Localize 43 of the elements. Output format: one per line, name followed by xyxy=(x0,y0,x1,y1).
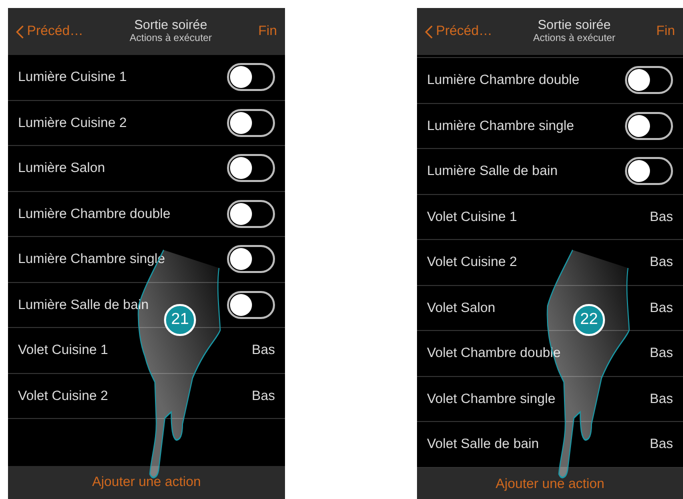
action-label: Volet Chambre single xyxy=(427,390,556,408)
action-value: Bas xyxy=(252,341,275,360)
toggle-switch[interactable] xyxy=(227,63,275,92)
back-button[interactable]: Précéd… xyxy=(16,21,84,42)
action-value: Bas xyxy=(650,435,673,454)
action-label: Lumière Chambre single xyxy=(427,116,574,135)
screen-title: Sortie soirée xyxy=(134,17,208,34)
action-label: Volet Salon xyxy=(427,298,496,317)
action-label: Lumière Cuisine 1 xyxy=(18,68,127,86)
action-value: Bas xyxy=(650,390,673,408)
action-value: Bas xyxy=(650,344,673,362)
action-value: Bas xyxy=(650,253,673,272)
action-label: Volet Cuisine 2 xyxy=(18,386,108,405)
action-label: Lumière Salon xyxy=(18,159,106,178)
action-label: Volet Cuisine 1 xyxy=(427,208,518,226)
screen-subtitle: Actions à exécuter xyxy=(533,33,616,46)
screen-title: Sortie soirée xyxy=(538,17,611,34)
toggle-switch[interactable] xyxy=(227,290,275,319)
action-label: Volet Salle de bain xyxy=(427,435,539,454)
toggle-switch[interactable] xyxy=(625,66,673,94)
chevron-left-icon xyxy=(16,24,24,38)
action-label: Lumière Salle de bain xyxy=(427,162,558,180)
toggle-switch[interactable] xyxy=(227,108,275,137)
action-label: Lumière Chambre double xyxy=(427,71,580,90)
action-label: Lumière Cuisine 2 xyxy=(18,114,127,132)
action-label: Lumière Chambre double xyxy=(18,204,170,223)
toggle-switch[interactable] xyxy=(227,154,275,182)
action-label: Volet Cuisine 1 xyxy=(18,341,108,360)
action-value: Bas xyxy=(650,208,673,226)
action-value: Bas xyxy=(650,298,673,317)
action-value: Bas xyxy=(252,386,275,405)
done-button[interactable]: Fin xyxy=(656,21,675,42)
toggle-switch[interactable] xyxy=(227,245,275,274)
back-button[interactable]: Précéd… xyxy=(425,21,492,42)
toggle-switch[interactable] xyxy=(625,112,673,140)
done-button[interactable]: Fin xyxy=(258,21,277,42)
add-action-button[interactable]: Ajouter une action xyxy=(417,468,683,499)
screen-subtitle: Actions à exécuter xyxy=(130,33,212,46)
toggle-switch[interactable] xyxy=(625,157,673,186)
action-label: Volet Cuisine 2 xyxy=(427,253,518,272)
chevron-left-icon xyxy=(425,24,433,38)
add-action-button[interactable]: Ajouter une action xyxy=(8,466,285,499)
toggle-switch[interactable] xyxy=(227,200,275,228)
